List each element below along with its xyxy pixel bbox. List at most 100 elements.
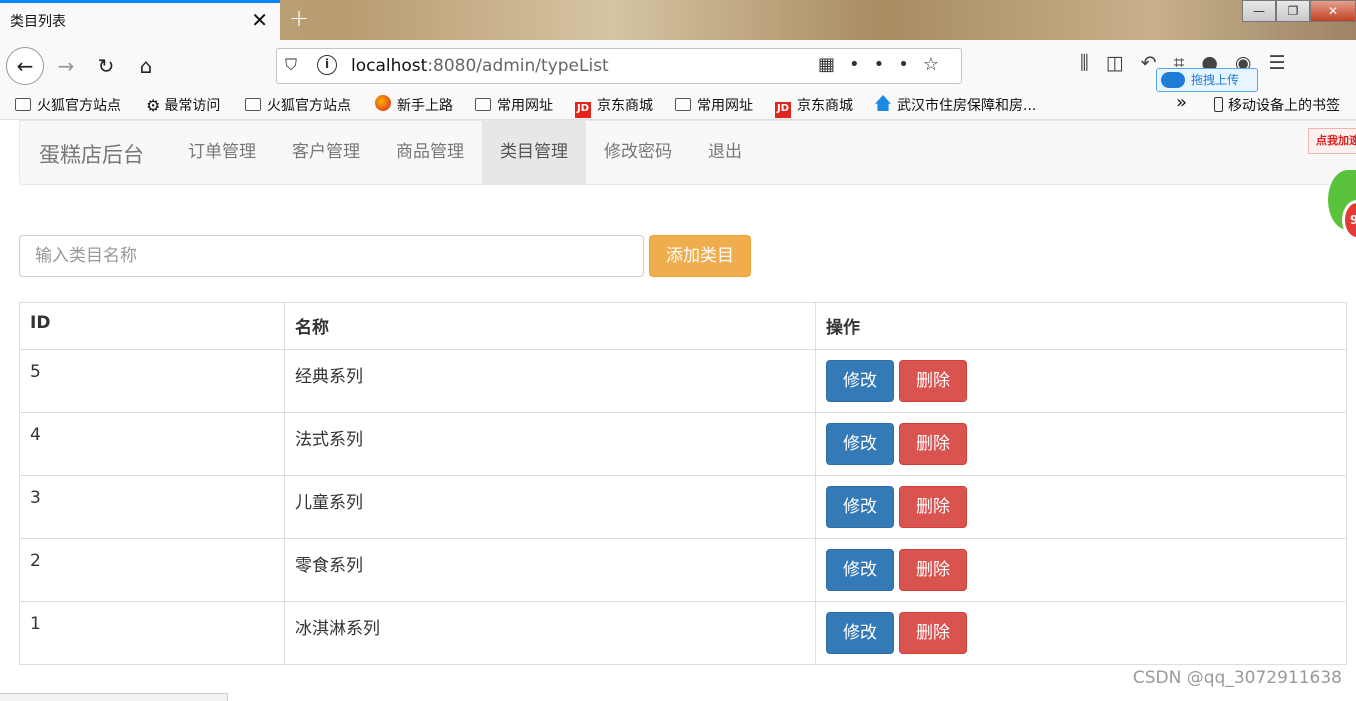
nav-orders[interactable]: 订单管理 (170, 121, 274, 184)
edit-button[interactable]: 修改 (826, 486, 894, 528)
table-row: 3 儿童系列 修改 删除 (19, 475, 1347, 539)
watermark-text: CSDN @qq_3072911638 (1132, 668, 1342, 688)
delete-button[interactable]: 删除 (899, 486, 967, 528)
header-actions: 操作 (815, 302, 1347, 350)
url-path: :8080/admin/typeList (427, 56, 609, 76)
brand-title[interactable]: 蛋糕店后台 (39, 139, 144, 169)
upload-button[interactable]: 拖拽上传 (1156, 68, 1258, 92)
cell-actions: 修改 删除 (815, 349, 1347, 413)
reload-icon[interactable]: ↻ (90, 50, 122, 82)
category-name-input[interactable] (19, 235, 644, 277)
cell-name: 冰淇淋系列 (284, 601, 816, 665)
nav-change-password[interactable]: 修改密码 (586, 121, 690, 184)
more-bookmarks-icon[interactable]: » (1176, 92, 1187, 113)
bookmark-item[interactable]: JD 京东商城 (775, 95, 853, 118)
cell-name: 儿童系列 (284, 475, 816, 539)
cell-actions: 修改 删除 (815, 538, 1347, 602)
header-id: ID (19, 302, 285, 350)
menu-icon[interactable]: ☰ (1269, 52, 1303, 74)
page-actions-icon[interactable]: ••• (849, 54, 923, 75)
bookmark-item[interactable]: JD 京东商城 (575, 95, 653, 118)
nav-links: 订单管理 客户管理 商品管理 类目管理 修改密码 退出 (170, 121, 760, 184)
bookmark-item[interactable]: 火狐官方站点 (245, 95, 351, 115)
widget-badge: 点我加速 (1308, 128, 1356, 154)
browser-tab[interactable]: 类目列表 ✕ (0, 0, 280, 40)
folder-icon (15, 98, 31, 111)
delete-button[interactable]: 删除 (899, 360, 967, 402)
tab-title: 类目列表 (10, 14, 66, 30)
bookmark-item[interactable]: 火狐官方站点 (15, 95, 121, 115)
bookmarks-bar: 火狐官方站点 ⚙ 最常访问 火狐官方站点 新手上路 常用网址 JD 京东商城 常用网… (0, 92, 1356, 120)
cell-actions: 修改 删除 (815, 412, 1347, 476)
edit-button[interactable]: 修改 (826, 612, 894, 654)
back-icon[interactable]: ← (6, 47, 44, 85)
edit-button[interactable]: 修改 (826, 360, 894, 402)
cell-actions: 修改 删除 (815, 475, 1347, 539)
add-category-button[interactable]: 添加类目 (649, 235, 751, 277)
new-tab-icon[interactable]: + (289, 4, 309, 32)
forward-icon[interactable]: → (50, 50, 82, 82)
home-icon[interactable]: ⌂ (130, 50, 162, 82)
bookmark-item[interactable]: 新手上路 (375, 95, 453, 115)
cell-actions: 修改 删除 (815, 601, 1347, 665)
qr-code-icon[interactable]: ▦ (818, 54, 849, 75)
table-row: 4 法式系列 修改 删除 (19, 412, 1347, 476)
cell-id: 2 (19, 538, 285, 602)
delete-button[interactable]: 删除 (899, 612, 967, 654)
cell-id: 4 (19, 412, 285, 476)
window-close-icon[interactable]: ✕ (1310, 0, 1356, 22)
edit-button[interactable]: 修改 (826, 423, 894, 465)
horizontal-scrollbar[interactable] (0, 693, 228, 701)
minimize-icon[interactable]: — (1242, 0, 1276, 22)
url-text[interactable]: localhost:8080/admin/typeList (351, 56, 609, 76)
folder-icon (475, 98, 491, 111)
admin-navbar: 蛋糕店后台 订单管理 客户管理 商品管理 类目管理 修改密码 退出 (19, 120, 1356, 185)
address-bar[interactable]: ⛉ i localhost:8080/admin/typeList ▦•••☆ (276, 48, 962, 84)
url-host: localhost (351, 56, 428, 76)
nav-products[interactable]: 商品管理 (378, 121, 482, 184)
table-header-row: ID 名称 操作 (19, 302, 1347, 350)
cell-id: 5 (19, 349, 285, 413)
nav-logout[interactable]: 退出 (690, 121, 760, 184)
gear-icon: ⚙ (146, 96, 161, 115)
category-table: ID 名称 操作 5 经典系列 修改 删除 4 法式系列 修改 删除 3 儿童系列 … (19, 302, 1347, 665)
jd-icon: JD (575, 102, 591, 118)
bookmark-item[interactable]: 武汉市住房保障和房... (875, 95, 1036, 115)
tracking-shield-icon[interactable]: ⛉ (285, 55, 297, 75)
cell-id: 1 (19, 601, 285, 665)
sidebar-icon[interactable]: ◫ (1106, 52, 1141, 74)
cell-id: 3 (19, 475, 285, 539)
jd-icon: JD (775, 102, 791, 118)
browser-tab-strip: 类目列表 ✕ + — ❐ ✕ (0, 0, 1356, 40)
library-icon[interactable]: ⫼ (1080, 52, 1106, 74)
bookmark-item[interactable]: 常用网址 (475, 95, 553, 115)
delete-button[interactable]: 删除 (899, 549, 967, 591)
maximize-icon[interactable]: ❐ (1276, 0, 1310, 22)
delete-button[interactable]: 删除 (899, 423, 967, 465)
table-row: 2 零食系列 修改 删除 (19, 538, 1347, 602)
cell-name: 法式系列 (284, 412, 816, 476)
window-controls: — ❐ ✕ (1242, 0, 1356, 22)
firefox-icon (375, 95, 391, 111)
folder-icon (245, 98, 261, 111)
mobile-icon (1214, 97, 1223, 112)
house-icon (875, 95, 891, 111)
table-row: 5 经典系列 修改 删除 (19, 349, 1347, 413)
tab-close-icon[interactable]: ✕ (251, 8, 268, 32)
folder-icon (675, 98, 691, 111)
table-row: 1 冰淇淋系列 修改 删除 (19, 601, 1347, 665)
cell-name: 经典系列 (284, 349, 816, 413)
bookmark-star-icon[interactable]: ☆ (923, 54, 953, 75)
cell-name: 零食系列 (284, 538, 816, 602)
edit-button[interactable]: 修改 (826, 549, 894, 591)
bookmark-item[interactable]: 移动设备上的书签 (1214, 95, 1340, 115)
bookmark-item[interactable]: 常用网址 (675, 95, 753, 115)
header-name: 名称 (284, 302, 816, 350)
site-info-icon[interactable]: i (317, 55, 337, 75)
nav-customers[interactable]: 客户管理 (274, 121, 378, 184)
bookmark-item[interactable]: ⚙ 最常访问 (146, 95, 220, 115)
url-actions: ▦•••☆ (818, 54, 953, 75)
browser-toolbar: ← → ↻ ⌂ ⛉ i localhost:8080/admin/typeLis… (0, 40, 1356, 92)
nav-categories[interactable]: 类目管理 (482, 121, 586, 184)
floating-widget[interactable]: 点我加速 9 (1300, 120, 1356, 250)
